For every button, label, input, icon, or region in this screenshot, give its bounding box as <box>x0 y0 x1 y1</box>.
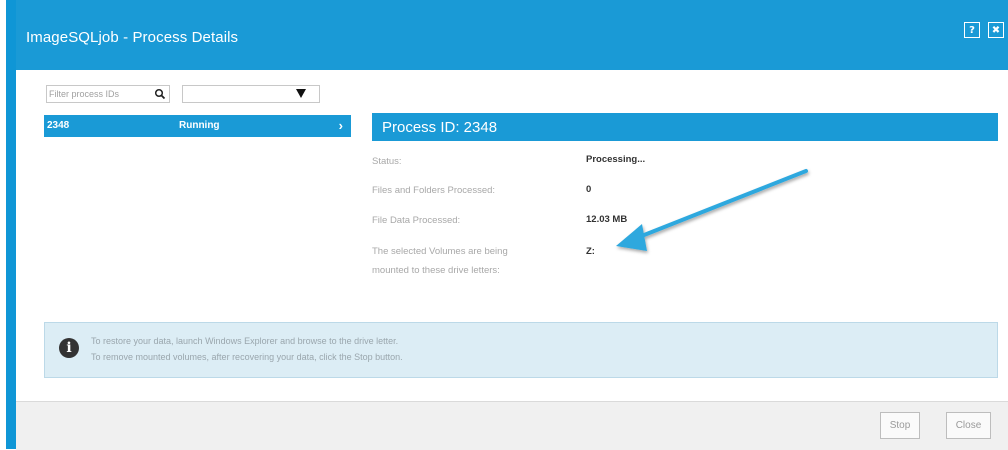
process-list-item[interactable]: 2348 Running › <box>44 115 351 137</box>
drive-letter-value: Z: <box>586 246 595 257</box>
file-data-label: File Data Processed: <box>372 215 461 226</box>
files-processed-label: Files and Folders Processed: <box>372 185 496 196</box>
filter-process-ids-field[interactable] <box>46 85 170 103</box>
search-icon[interactable] <box>154 87 166 101</box>
window-close-button[interactable]: ✖ <box>988 22 1004 38</box>
process-status: Running <box>179 120 220 131</box>
filter-process-ids-input[interactable] <box>49 87 149 101</box>
window-title: ImageSQLjob - Process Details <box>26 29 239 46</box>
process-detail-title: Process ID: 2348 <box>382 119 498 136</box>
dropdown-arrow-icon[interactable] <box>296 89 306 98</box>
status-label: Status: <box>372 156 402 167</box>
help-button[interactable]: ? <box>964 22 980 38</box>
process-detail-header: Process ID: 2348 <box>372 113 998 141</box>
info-icon: i <box>59 338 79 358</box>
files-processed-value: 0 <box>586 184 592 195</box>
close-button[interactable]: Close <box>946 412 991 439</box>
process-details-dialog: ImageSQLjob - Process Details ? ✖ 2348 R… <box>6 0 1008 450</box>
mounted-volumes-label-line1: The selected Volumes are being <box>372 246 508 257</box>
chevron-right-icon: › <box>338 118 343 133</box>
file-data-value: 12.03 MB <box>586 214 628 225</box>
stop-button[interactable]: Stop <box>880 412 920 439</box>
mounted-volumes-label-line2: mounted to these drive letters: <box>372 265 500 276</box>
info-text-line2: To remove mounted volumes, after recover… <box>91 352 403 362</box>
info-box: i To restore your data, launch Windows E… <box>44 322 998 378</box>
title-bar: ImageSQLjob - Process Details ? ✖ <box>16 0 1008 70</box>
status-value: Processing... <box>586 154 646 165</box>
process-filter-dropdown[interactable] <box>182 85 320 103</box>
window-left-edge <box>6 0 16 449</box>
info-text-line1: To restore your data, launch Windows Exp… <box>91 336 399 346</box>
dialog-footer: Stop Close <box>16 401 1008 450</box>
dialog-content: 2348 Running › Process ID: 2348 Status: … <box>16 70 1008 401</box>
process-id: 2348 <box>47 120 70 131</box>
